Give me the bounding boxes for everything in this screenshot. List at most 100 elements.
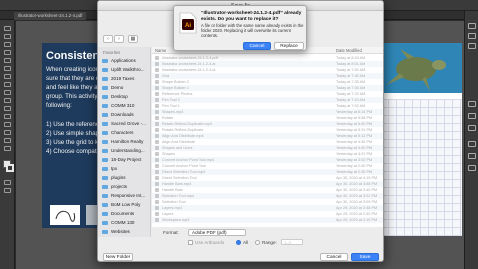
slide-line: and feel like they a — [46, 84, 98, 91]
file-icon — [155, 92, 159, 96]
range-label: Range: — [262, 240, 277, 245]
forward-icon[interactable]: › — [114, 35, 124, 43]
sidebar-item[interactable]: plugins — [102, 174, 150, 182]
sidebar-item[interactable]: COMM 310 — [102, 102, 150, 110]
file-icon — [155, 200, 159, 204]
slide-line: When creating icon — [46, 66, 99, 73]
date-column-header[interactable]: Date Modified — [336, 48, 362, 53]
sidebar-item[interactable]: Documents — [102, 210, 150, 218]
sidebar-item-label: Understanding... — [111, 148, 145, 153]
sidebar-item-label: BoM Low Poly — [111, 202, 141, 207]
gradient-panel-icon[interactable] — [468, 153, 476, 159]
alert-cancel-button[interactable]: Cancel — [243, 42, 271, 50]
file-icon — [155, 206, 159, 210]
eyedropper-tool-icon[interactable] — [4, 138, 11, 143]
sidebar-item-label: Demo — [111, 85, 124, 90]
folder-icon — [102, 95, 108, 99]
panel-dock — [464, 11, 478, 269]
slide-line: 3) Use the grid to k — [46, 139, 99, 146]
all-radio[interactable] — [236, 240, 241, 245]
screen-mode-icon[interactable] — [4, 188, 11, 193]
rectangle-tool-icon[interactable] — [4, 66, 11, 71]
file-name: Workspace.mp4 — [162, 218, 190, 222]
width-tool-icon[interactable] — [4, 114, 11, 119]
back-icon[interactable]: ‹ — [103, 35, 113, 43]
range-radio[interactable] — [255, 240, 260, 245]
type-tool-icon[interactable] — [4, 50, 11, 55]
gradient-tool-icon[interactable] — [4, 130, 11, 135]
file-row[interactable]: Workspace.mp4 Apr 29, 2020 at 2:10 PM — [152, 217, 383, 223]
folder-icon — [102, 203, 108, 207]
line-tool-icon[interactable] — [4, 58, 11, 63]
document-tab[interactable]: Illustrator-worksheet-24.1.2-4.pdf — [14, 12, 87, 20]
eraser-tool-icon[interactable] — [4, 90, 11, 95]
symbols-panel-icon[interactable] — [468, 125, 476, 131]
sidebar-item[interactable]: Downloads — [102, 111, 150, 119]
sidebar-item[interactable]: COMM 130 — [102, 219, 150, 227]
scale-tool-icon[interactable] — [4, 106, 11, 111]
replace-alert: Ai “Illustrator-worksheet-24.1.2-4.pdf” … — [173, 5, 307, 51]
libraries-panel-icon[interactable] — [468, 43, 476, 49]
sidebar-item[interactable]: BoM Low Poly — [102, 201, 150, 209]
slide-line: 4) Choose compati — [46, 148, 98, 155]
file-list[interactable]: Name Date Modified Illustrator-worksheet… — [152, 47, 383, 227]
pen-tool-icon[interactable] — [4, 42, 11, 47]
sidebar-item-label: plugins — [111, 175, 126, 180]
hand-tool-icon[interactable] — [4, 146, 11, 151]
file-icon — [155, 182, 159, 186]
shape-builder-tool-icon[interactable] — [4, 122, 11, 127]
stroke-swatch-icon[interactable] — [6, 164, 14, 172]
brush-tool-icon[interactable] — [4, 74, 11, 79]
sidebar-item[interactable]: projects — [102, 183, 150, 191]
sidebar-item[interactable]: 18-Day Project — [102, 156, 150, 164]
layers-panel-icon[interactable] — [468, 33, 476, 39]
alert-title: “Illustrator-worksheet-24.1.2-4.pdf” alr… — [201, 11, 302, 22]
sidebar-item[interactable]: Desktop — [102, 93, 150, 101]
file-icon — [155, 56, 159, 60]
sidebar-item-label: tpx — [111, 166, 118, 171]
sidebar-item-label: Documents — [111, 211, 135, 216]
properties-panel-icon[interactable] — [468, 23, 476, 29]
use-artboards-checkbox[interactable] — [188, 240, 193, 245]
replace-button[interactable]: Replace — [274, 42, 304, 50]
swatches-panel-icon[interactable] — [468, 101, 476, 107]
format-select[interactable]: Adobe PDF (pdf) — [188, 229, 246, 236]
selection-tool-icon[interactable] — [4, 26, 11, 31]
file-icon — [155, 80, 159, 84]
sidebar-item[interactable]: Applications — [102, 57, 150, 65]
new-folder-button[interactable]: New Folder — [103, 253, 133, 261]
stroke-panel-icon[interactable] — [468, 141, 476, 147]
slide-line: 1) Use the referenc — [46, 121, 99, 128]
drawing-mode-icon[interactable] — [4, 180, 11, 185]
sidebar-item[interactable]: tpx — [102, 165, 150, 173]
file-icon — [155, 104, 159, 108]
folder-icon — [102, 113, 108, 117]
sidebar-item[interactable]: Characters — [102, 129, 150, 137]
brushes-panel-icon[interactable] — [468, 113, 476, 119]
transparency-panel-icon[interactable] — [468, 165, 476, 171]
sidebar-item[interactable]: 2019 Taxes — [102, 75, 150, 83]
view-mode-icon[interactable]: ▦ — [128, 35, 138, 43]
range-input[interactable]: 1–3 — [281, 239, 303, 245]
sidebar-item-label: Uplift Walkthro... — [111, 67, 145, 72]
folder-icon — [102, 176, 108, 180]
rotate-tool-icon[interactable] — [4, 98, 11, 103]
sidebar-item-label: 2019 Taxes — [111, 76, 135, 81]
slide-line: following: — [46, 102, 72, 109]
file-icon — [155, 146, 159, 150]
direct-selection-tool-icon[interactable] — [4, 34, 11, 39]
cancel-button[interactable]: Cancel — [320, 253, 348, 261]
shaper-tool-icon[interactable] — [4, 82, 11, 87]
slide-line: group. This activity — [46, 93, 98, 100]
slide-line: 2) Use simple shap — [46, 130, 99, 137]
file-icon — [155, 74, 159, 78]
save-button[interactable]: Save — [351, 253, 379, 261]
sidebar-item[interactable]: Understanding... — [102, 147, 150, 155]
sidebar-item[interactable]: Demo — [102, 84, 150, 92]
sidebar-item[interactable]: Sacred Grove -... — [102, 120, 150, 128]
all-label: All — [243, 240, 249, 245]
sidebar-item[interactable]: Responsive Int... — [102, 192, 150, 200]
sidebar-item[interactable]: Uplift Walkthro... — [102, 66, 150, 74]
sidebar-item[interactable]: Hamilton Realty — [102, 138, 150, 146]
name-column-header[interactable]: Name — [155, 48, 166, 53]
